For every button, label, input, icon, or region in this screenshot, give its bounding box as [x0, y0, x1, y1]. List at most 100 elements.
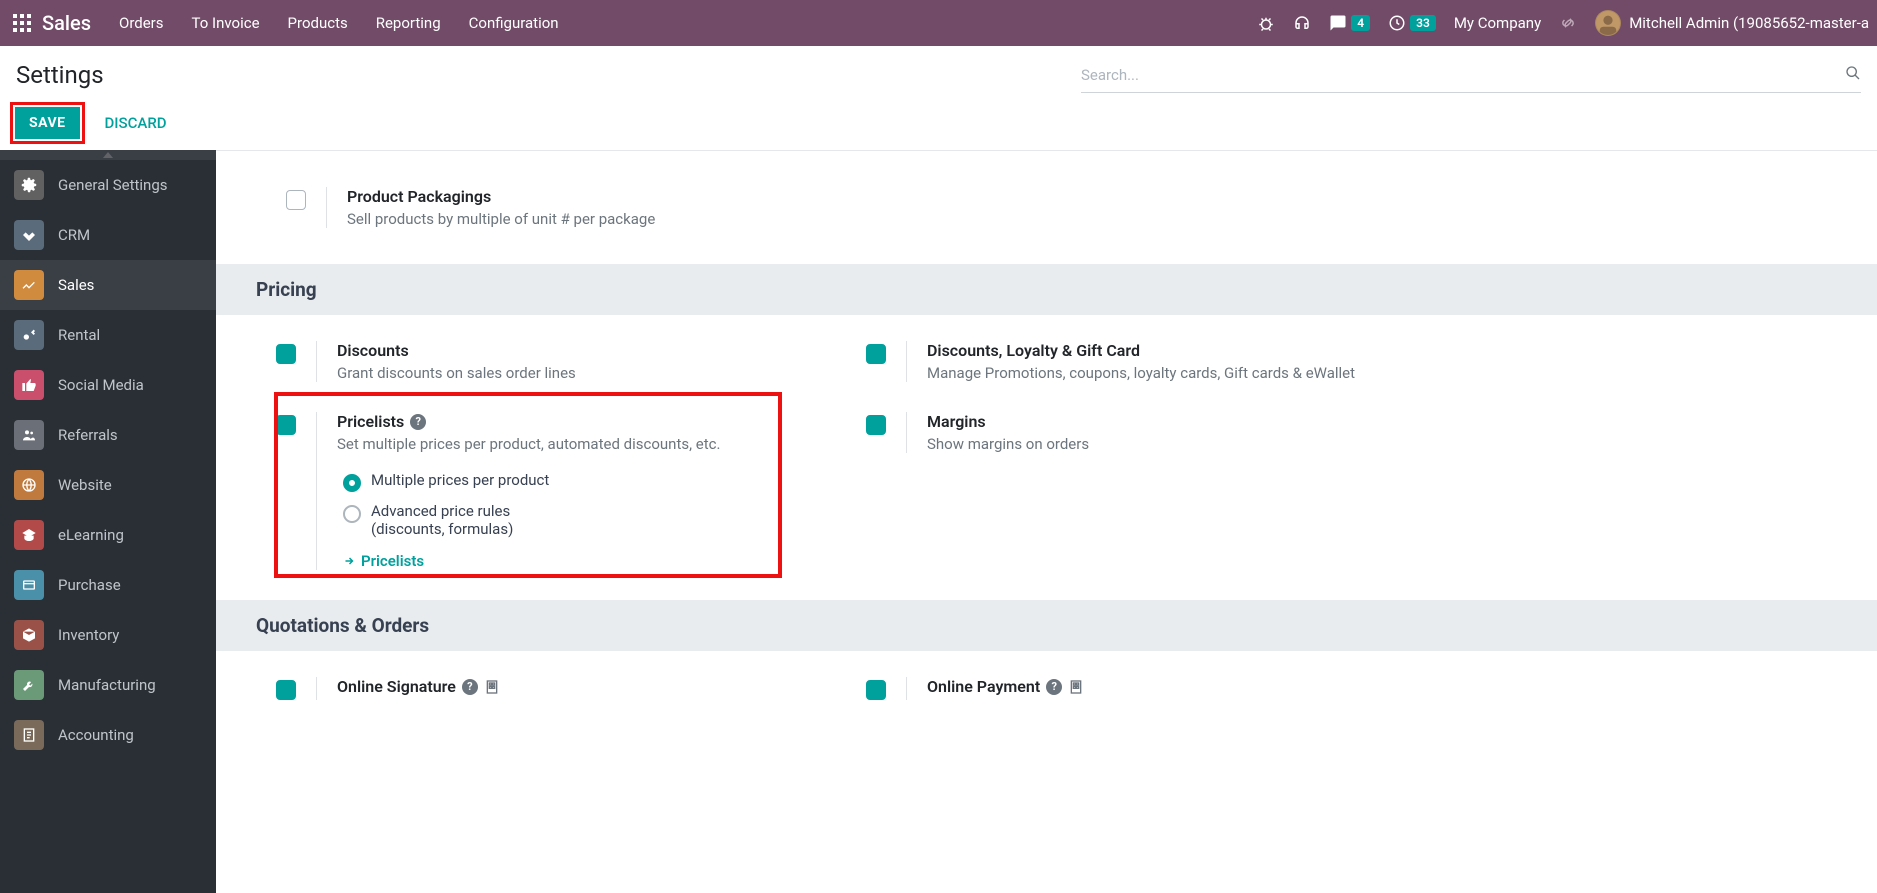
discard-button[interactable]: DISCARD	[95, 106, 177, 140]
save-button[interactable]: SAVE	[15, 107, 80, 139]
debug-icon[interactable]	[1559, 14, 1577, 32]
main-content[interactable]: Product Packagings Sell products by mult…	[216, 150, 1877, 893]
radio-multiple-prices[interactable]: Multiple prices per product	[343, 471, 720, 492]
form-icon	[1068, 679, 1084, 695]
company-switcher[interactable]: My Company	[1454, 14, 1541, 32]
sidebar-item-label: Referrals	[58, 426, 118, 444]
highlight-save: SAVE	[10, 102, 85, 144]
setting-online-payment: Online Payment ?	[866, 671, 1396, 710]
setting-desc: Grant discounts on sales order lines	[337, 364, 576, 382]
help-icon[interactable]: ?	[462, 679, 478, 695]
gear-icon	[14, 170, 44, 200]
messaging-badge: 4	[1351, 15, 1370, 31]
sidebar-item-label: General Settings	[58, 176, 168, 194]
handshake-icon	[14, 220, 44, 250]
radio-advanced-rules[interactable]: Advanced price rules (discounts, formula…	[343, 502, 720, 538]
nav-reporting[interactable]: Reporting	[376, 14, 441, 32]
sidebar-item-label: eLearning	[58, 526, 124, 544]
sidebar-item-referrals[interactable]: Referrals	[0, 410, 216, 460]
sidebar-item-rental[interactable]: Rental	[0, 310, 216, 360]
radio-label: Multiple prices per product	[371, 471, 549, 489]
setting-discounts: Discounts Grant discounts on sales order…	[276, 335, 806, 392]
search-wrap[interactable]	[1081, 57, 1861, 93]
sidebar-item-label: Manufacturing	[58, 676, 156, 694]
radio-sublabel: (discounts, formulas)	[371, 520, 513, 538]
sidebar-item-crm[interactable]: CRM	[0, 210, 216, 260]
setting-title: Discounts, Loyalty & Gift Card	[927, 341, 1355, 360]
users-icon	[14, 420, 44, 450]
checkbox-product-packagings[interactable]	[286, 190, 306, 210]
sidebar-item-accounting[interactable]: Accounting	[0, 710, 216, 760]
setting-online-signature: Online Signature ?	[276, 671, 806, 710]
box-icon	[14, 620, 44, 650]
nav-configuration[interactable]: Configuration	[469, 14, 559, 32]
actionbar: SAVE DISCARD	[0, 104, 1877, 150]
radio-icon	[343, 474, 361, 492]
apps-icon[interactable]	[8, 9, 36, 37]
setting-desc: Manage Promotions, coupons, loyalty card…	[927, 364, 1355, 382]
cart-icon	[14, 570, 44, 600]
checkbox-margins[interactable]	[866, 415, 886, 435]
sidebar-item-label: Sales	[58, 276, 94, 294]
messaging-icon[interactable]: 4	[1329, 14, 1370, 32]
radio-label: Advanced price rules	[371, 502, 513, 520]
key-icon	[14, 320, 44, 350]
setting-pricelists: Pricelists ? Set multiple prices per pro…	[276, 406, 806, 580]
checkbox-online-signature[interactable]	[276, 680, 296, 700]
search-input[interactable]	[1081, 66, 1837, 84]
user-name: Mitchell Admin (19085652-master-a	[1629, 14, 1869, 32]
sidebar-item-label: Inventory	[58, 626, 119, 644]
help-icon[interactable]: ?	[1046, 679, 1062, 695]
checkbox-online-payment[interactable]	[866, 680, 886, 700]
setting-product-packagings: Product Packagings Sell products by mult…	[286, 181, 1877, 238]
online-payment-title-text: Online Payment	[927, 677, 1040, 696]
sidebar-item-elearning[interactable]: eLearning	[0, 510, 216, 560]
section-pricing-header: Pricing	[216, 264, 1877, 315]
setting-title: Product Packagings	[347, 187, 655, 206]
activities-icon[interactable]: 33	[1388, 14, 1436, 32]
sidebar-item-sales[interactable]: Sales	[0, 260, 216, 310]
radio-icon	[343, 505, 361, 523]
ledger-icon	[14, 720, 44, 750]
settings-sidebar: General Settings CRM Sales Rental Social…	[0, 150, 216, 893]
sidebar-item-purchase[interactable]: Purchase	[0, 560, 216, 610]
setting-title: Margins	[927, 412, 1089, 431]
checkbox-loyalty[interactable]	[866, 344, 886, 364]
pricelists-link[interactable]: Pricelists	[343, 552, 720, 570]
pricelists-title-text: Pricelists	[337, 412, 404, 431]
bug-icon[interactable]	[1257, 14, 1275, 32]
sidebar-scroll-up[interactable]	[0, 150, 216, 160]
nav-orders[interactable]: Orders	[119, 14, 164, 32]
sidebar-item-inventory[interactable]: Inventory	[0, 610, 216, 660]
link-text: Pricelists	[361, 552, 424, 570]
activities-badge: 33	[1410, 15, 1436, 31]
sidebar-item-manufacturing[interactable]: Manufacturing	[0, 660, 216, 710]
sidebar-item-label: Website	[58, 476, 112, 494]
checkbox-pricelists[interactable]	[276, 415, 296, 435]
setting-title: Online Payment ?	[927, 677, 1084, 696]
nav-to-invoice[interactable]: To Invoice	[192, 14, 260, 32]
section-quotations-header: Quotations & Orders	[216, 600, 1877, 651]
setting-desc: Show margins on orders	[927, 435, 1089, 453]
help-icon[interactable]: ?	[410, 414, 426, 430]
sidebar-item-website[interactable]: Website	[0, 460, 216, 510]
arrow-right-icon	[343, 555, 355, 567]
sidebar-item-general[interactable]: General Settings	[0, 160, 216, 210]
nav-products[interactable]: Products	[288, 14, 348, 32]
sidebar-item-label: CRM	[58, 226, 90, 244]
user-menu[interactable]: Mitchell Admin (19085652-master-a	[1595, 10, 1869, 36]
form-icon	[484, 679, 500, 695]
setting-title: Online Signature ?	[337, 677, 500, 696]
thumbs-up-icon	[14, 370, 44, 400]
setting-loyalty: Discounts, Loyalty & Gift Card Manage Pr…	[866, 335, 1396, 392]
sidebar-item-label: Rental	[58, 326, 100, 344]
online-signature-title-text: Online Signature	[337, 677, 456, 696]
search-icon[interactable]	[1845, 65, 1861, 85]
topbar: Sales Orders To Invoice Products Reporti…	[0, 0, 1877, 46]
sidebar-item-social[interactable]: Social Media	[0, 360, 216, 410]
setting-desc: Sell products by multiple of unit # per …	[347, 210, 655, 228]
support-icon[interactable]	[1293, 14, 1311, 32]
globe-icon	[14, 470, 44, 500]
checkbox-discounts[interactable]	[276, 344, 296, 364]
app-brand[interactable]: Sales	[42, 11, 91, 35]
